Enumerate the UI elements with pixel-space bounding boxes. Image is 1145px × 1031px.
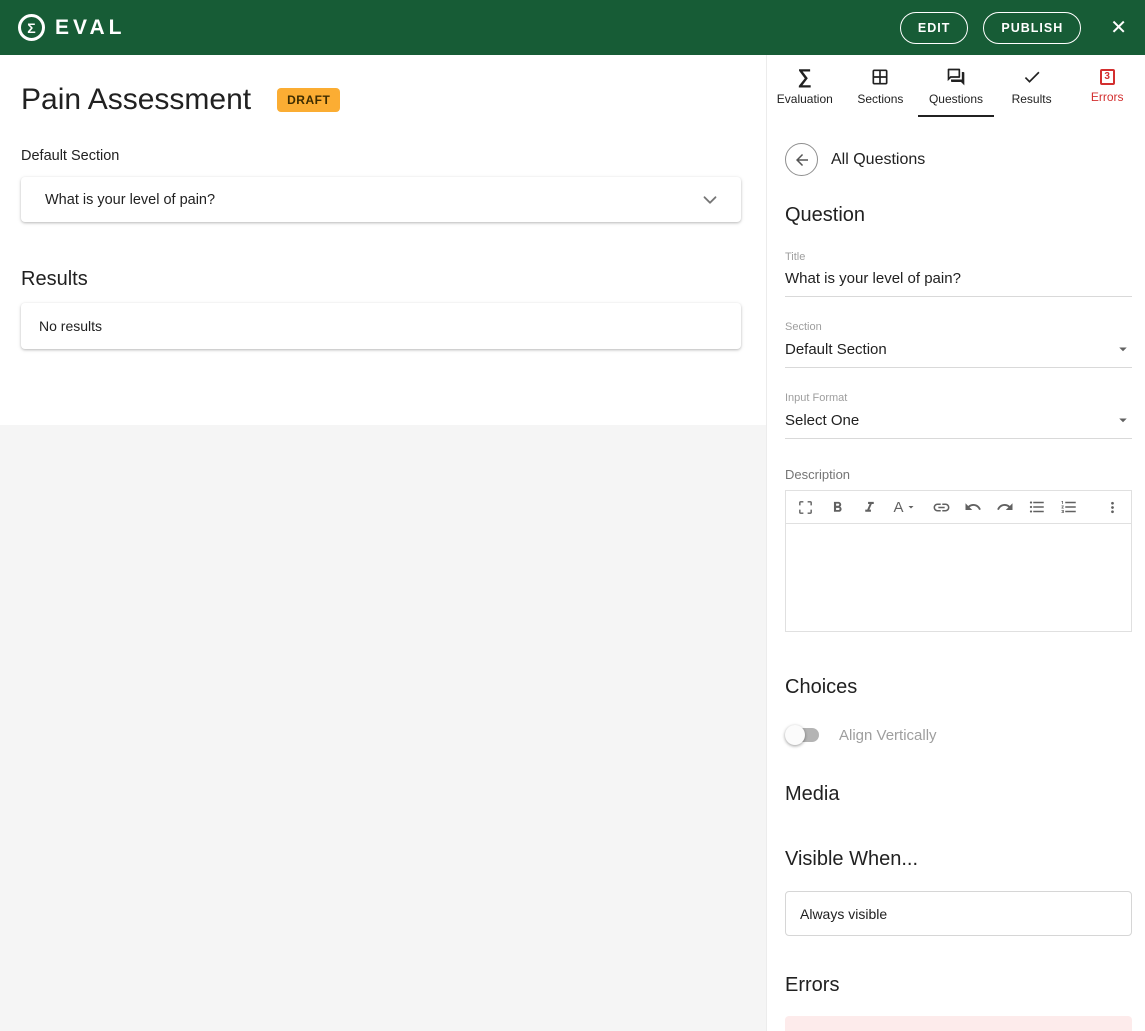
publish-button[interactable]: PUBLISH <box>983 11 1082 44</box>
sigma-icon: ∑ <box>797 65 812 88</box>
panel-body: All Questions Question Title What is you… <box>767 117 1145 1031</box>
section-field: Section Default Section <box>785 321 1132 368</box>
topbar-actions: EDIT PUBLISH ✕ <box>899 11 1127 44</box>
default-section-label: Default Section <box>21 148 120 164</box>
sigma-logo-icon: Σ <box>18 14 45 41</box>
arrow-left-icon <box>795 153 808 166</box>
description-editor: A <box>785 490 1132 632</box>
caret-down-icon <box>1119 418 1127 423</box>
redo-icon[interactable] <box>992 494 1018 520</box>
check-icon <box>1024 71 1040 83</box>
editor-toolbar: A <box>786 491 1131 524</box>
description-label: Description <box>785 467 851 482</box>
tab-label: Results <box>1011 91 1052 106</box>
tab-sections[interactable]: Sections <box>843 55 919 117</box>
page-title: Pain Assessment <box>21 83 252 116</box>
input-format-value: Select One <box>785 411 860 429</box>
section-label: Section <box>785 321 822 333</box>
all-questions-label: All Questions <box>831 150 926 168</box>
more-options-icon[interactable] <box>1099 494 1125 520</box>
tab-label: Sections <box>857 91 904 106</box>
status-badge: DRAFT <box>277 88 341 112</box>
choices-heading: Choices <box>785 676 858 698</box>
description-textarea[interactable] <box>786 524 1131 631</box>
undo-icon[interactable] <box>960 494 986 520</box>
topbar: Σ EVAL EDIT PUBLISH ✕ <box>0 0 1145 55</box>
visible-when-field[interactable]: Always visible <box>785 891 1132 936</box>
tab-evaluation[interactable]: ∑ Evaluation <box>767 55 843 117</box>
chat-icon <box>947 68 965 85</box>
tab-label: Evaluation <box>776 91 833 106</box>
title-input[interactable]: What is your level of pain? <box>785 263 1132 297</box>
all-questions-row: All Questions <box>785 143 1132 176</box>
no-results-text: No results <box>39 318 103 334</box>
tab-errors[interactable]: 3 Errors <box>1069 55 1145 117</box>
tab-label: Questions <box>928 91 983 106</box>
page-background <box>0 425 766 1031</box>
visible-when-value: Always visible <box>800 905 888 922</box>
close-icon[interactable]: ✕ <box>1110 18 1127 38</box>
edit-button[interactable]: EDIT <box>899 11 969 44</box>
input-format-field: Input Format Select One <box>785 392 1132 439</box>
page-title-row: Pain Assessment DRAFT <box>21 83 741 117</box>
app-root: Σ EVAL EDIT PUBLISH ✕ Pain Assessment DR… <box>0 0 1145 1031</box>
logo-text: EVAL <box>55 15 126 39</box>
section-select[interactable]: Default Section <box>785 333 1132 368</box>
chevron-down-icon <box>703 195 717 204</box>
title-value: What is your level of pain? <box>785 270 961 287</box>
numbered-list-icon[interactable] <box>1056 494 1082 520</box>
bullet-list-icon[interactable] <box>1024 494 1050 520</box>
grid-icon <box>872 69 888 84</box>
main-layout: Pain Assessment DRAFT Default Section Wh… <box>0 55 1145 1031</box>
italic-icon[interactable] <box>856 494 882 520</box>
input-format-label: Input Format <box>785 392 848 404</box>
question-heading: Question <box>785 204 866 226</box>
media-heading: Media <box>785 783 840 805</box>
align-vertically-label: Align Vertically <box>839 726 937 744</box>
errors-heading: Errors <box>785 974 840 996</box>
align-vertically-toggle[interactable] <box>785 725 822 745</box>
bold-icon[interactable] <box>824 494 850 520</box>
no-results-card: No results <box>21 303 741 349</box>
preview-area: Pain Assessment DRAFT Default Section Wh… <box>0 55 766 1031</box>
preview-card: Pain Assessment DRAFT Default Section Wh… <box>0 55 766 425</box>
caret-down-icon <box>1119 347 1127 352</box>
title-field: Title What is your level of pain? <box>785 251 1132 297</box>
error-count-icon: 3 <box>1099 68 1115 85</box>
font-color-icon[interactable]: A <box>888 494 922 520</box>
tab-label: Errors <box>1090 89 1124 104</box>
panel-tabs: ∑ Evaluation Sections Questions Results … <box>767 55 1145 117</box>
toggle-thumb <box>785 725 805 745</box>
question-accordion[interactable]: What is your level of pain? <box>21 177 741 222</box>
error-accordion[interactable]: Question is missing a choice <box>785 1016 1132 1031</box>
link-icon[interactable] <box>928 494 954 520</box>
fullscreen-icon[interactable] <box>792 494 818 520</box>
align-vertically-row: Align Vertically <box>785 725 1132 745</box>
section-value: Default Section <box>785 340 887 358</box>
logo: Σ EVAL <box>18 14 125 41</box>
tab-questions[interactable]: Questions <box>918 55 994 117</box>
back-button[interactable] <box>785 143 818 176</box>
editor-panel: ∑ Evaluation Sections Questions Results … <box>766 55 1145 1031</box>
question-accordion-label: What is your level of pain? <box>45 191 216 208</box>
title-label: Title <box>785 251 806 263</box>
input-format-select[interactable]: Select One <box>785 404 1132 439</box>
results-heading: Results <box>21 268 88 290</box>
visible-when-heading: Visible When... <box>785 848 919 870</box>
tab-results[interactable]: Results <box>994 55 1070 117</box>
